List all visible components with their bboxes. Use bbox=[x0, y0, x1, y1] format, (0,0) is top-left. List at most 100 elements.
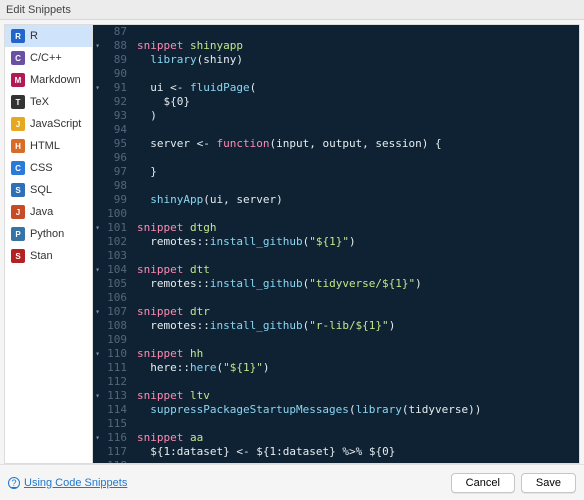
gutter-line: 111 bbox=[93, 361, 127, 375]
cpp-icon: C bbox=[11, 51, 25, 65]
code-line[interactable]: remotes::install_github("tidyverse/${1}"… bbox=[133, 277, 579, 291]
code-editor[interactable]: 8788899091929394959697989910010110210310… bbox=[93, 25, 579, 463]
html-icon: H bbox=[11, 139, 25, 153]
sidebar-item-label: Python bbox=[30, 228, 64, 240]
gutter-line: 110 bbox=[93, 347, 127, 361]
sidebar-item-label: Stan bbox=[30, 250, 53, 262]
code-line[interactable] bbox=[133, 25, 579, 39]
code-line[interactable]: ${0} bbox=[133, 95, 579, 109]
sidebar-item-label: Java bbox=[30, 206, 53, 218]
sidebar-item-sql[interactable]: S SQL bbox=[5, 179, 92, 201]
gutter-line: 104 bbox=[93, 263, 127, 277]
gutter-line: 118 bbox=[93, 459, 127, 463]
code-line[interactable]: suppressPackageStartupMessages(library(t… bbox=[133, 403, 579, 417]
md-icon: M bbox=[11, 73, 25, 87]
code-line[interactable]: snippet hh bbox=[133, 347, 579, 361]
gutter-line: 100 bbox=[93, 207, 127, 221]
code-line[interactable]: snippet shinyapp bbox=[133, 39, 579, 53]
main-area: RRCC/C++MMarkdownTTeXJJavaScriptHHTMLCCS… bbox=[4, 24, 580, 464]
code-line[interactable]: remotes::install_github("${1}") bbox=[133, 235, 579, 249]
code-line[interactable] bbox=[133, 207, 579, 221]
sidebar-item-label: R bbox=[30, 30, 38, 42]
sidebar-item-label: JavaScript bbox=[30, 118, 81, 130]
code-line[interactable] bbox=[133, 333, 579, 347]
sidebar-item-label: Markdown bbox=[30, 74, 81, 86]
gutter-line: 90 bbox=[93, 67, 127, 81]
code-line[interactable]: server <- function(input, output, sessio… bbox=[133, 137, 579, 151]
help-link[interactable]: ? Using Code Snippets bbox=[8, 477, 127, 489]
sidebar-item-markdown[interactable]: M Markdown bbox=[5, 69, 92, 91]
code-line[interactable]: snippet ltv bbox=[133, 389, 579, 403]
gutter-line: 91 bbox=[93, 81, 127, 95]
gutter-line: 98 bbox=[93, 179, 127, 193]
gutter-line: 105 bbox=[93, 277, 127, 291]
code-line[interactable]: ${1:dataset} <- ${1:dataset} %>% ${0} bbox=[133, 445, 579, 459]
code-line[interactable] bbox=[133, 291, 579, 305]
code-line[interactable] bbox=[133, 123, 579, 137]
code-line[interactable] bbox=[133, 417, 579, 431]
gutter-line: 102 bbox=[93, 235, 127, 249]
language-sidebar: RRCC/C++MMarkdownTTeXJJavaScriptHHTMLCCS… bbox=[5, 25, 93, 463]
gutter-line: 97 bbox=[93, 165, 127, 179]
tex-icon: T bbox=[11, 95, 25, 109]
gutter-line: 94 bbox=[93, 123, 127, 137]
gutter-line: 89 bbox=[93, 53, 127, 67]
gutter-line: 99 bbox=[93, 193, 127, 207]
sidebar-item-java[interactable]: JJava bbox=[5, 201, 92, 223]
gutter-line: 116 bbox=[93, 431, 127, 445]
sidebar-item-tex[interactable]: T TeX bbox=[5, 91, 92, 113]
code-line[interactable] bbox=[133, 459, 579, 463]
code-line[interactable]: shinyApp(ui, server) bbox=[133, 193, 579, 207]
gutter-line: 115 bbox=[93, 417, 127, 431]
code-line[interactable] bbox=[133, 151, 579, 165]
sql-icon: S bbox=[11, 183, 25, 197]
r-icon: R bbox=[11, 29, 25, 43]
code-line[interactable] bbox=[133, 375, 579, 389]
code-line[interactable]: ) bbox=[133, 109, 579, 123]
stan-icon: S bbox=[11, 249, 25, 263]
cancel-button[interactable]: Cancel bbox=[451, 473, 515, 493]
css-icon: C bbox=[11, 161, 25, 175]
sidebar-item-label: SQL bbox=[30, 184, 52, 196]
sidebar-item-r[interactable]: RR bbox=[5, 25, 92, 47]
editor-code-area[interactable]: snippet shinyapp library(shiny) ui <- fl… bbox=[133, 25, 579, 463]
gutter-line: 107 bbox=[93, 305, 127, 319]
gutter-line: 106 bbox=[93, 291, 127, 305]
code-line[interactable]: snippet dtt bbox=[133, 263, 579, 277]
gutter-line: 95 bbox=[93, 137, 127, 151]
code-line[interactable] bbox=[133, 179, 579, 193]
py-icon: P bbox=[11, 227, 25, 241]
code-line[interactable]: remotes::install_github("r-lib/${1}") bbox=[133, 319, 579, 333]
sidebar-item-label: TeX bbox=[30, 96, 49, 108]
gutter-line: 113 bbox=[93, 389, 127, 403]
sidebar-item-html[interactable]: H HTML bbox=[5, 135, 92, 157]
gutter-line: 109 bbox=[93, 333, 127, 347]
help-link-label: Using Code Snippets bbox=[24, 477, 127, 489]
sidebar-item-c-c-[interactable]: CC/C++ bbox=[5, 47, 92, 69]
editor-gutter: 8788899091929394959697989910010110210310… bbox=[93, 25, 133, 463]
code-line[interactable]: ui <- fluidPage( bbox=[133, 81, 579, 95]
sidebar-item-javascript[interactable]: J JavaScript bbox=[5, 113, 92, 135]
gutter-line: 108 bbox=[93, 319, 127, 333]
code-line[interactable]: snippet dtr bbox=[133, 305, 579, 319]
sidebar-item-label: HTML bbox=[30, 140, 60, 152]
gutter-line: 112 bbox=[93, 375, 127, 389]
code-line[interactable] bbox=[133, 249, 579, 263]
save-button[interactable]: Save bbox=[521, 473, 576, 493]
gutter-line: 93 bbox=[93, 109, 127, 123]
code-line[interactable]: snippet dtgh bbox=[133, 221, 579, 235]
code-line[interactable]: } bbox=[133, 165, 579, 179]
gutter-line: 101 bbox=[93, 221, 127, 235]
code-line[interactable]: snippet aa bbox=[133, 431, 579, 445]
js-icon: J bbox=[11, 117, 25, 131]
code-line[interactable]: here::here("${1}") bbox=[133, 361, 579, 375]
sidebar-item-stan[interactable]: S Stan bbox=[5, 245, 92, 267]
dialog-title: Edit Snippets bbox=[0, 0, 584, 20]
gutter-line: 87 bbox=[93, 25, 127, 39]
dialog-footer: ? Using Code Snippets Cancel Save bbox=[0, 464, 584, 500]
gutter-line: 88 bbox=[93, 39, 127, 53]
code-line[interactable] bbox=[133, 67, 579, 81]
sidebar-item-python[interactable]: P Python bbox=[5, 223, 92, 245]
code-line[interactable]: library(shiny) bbox=[133, 53, 579, 67]
sidebar-item-css[interactable]: CCSS bbox=[5, 157, 92, 179]
